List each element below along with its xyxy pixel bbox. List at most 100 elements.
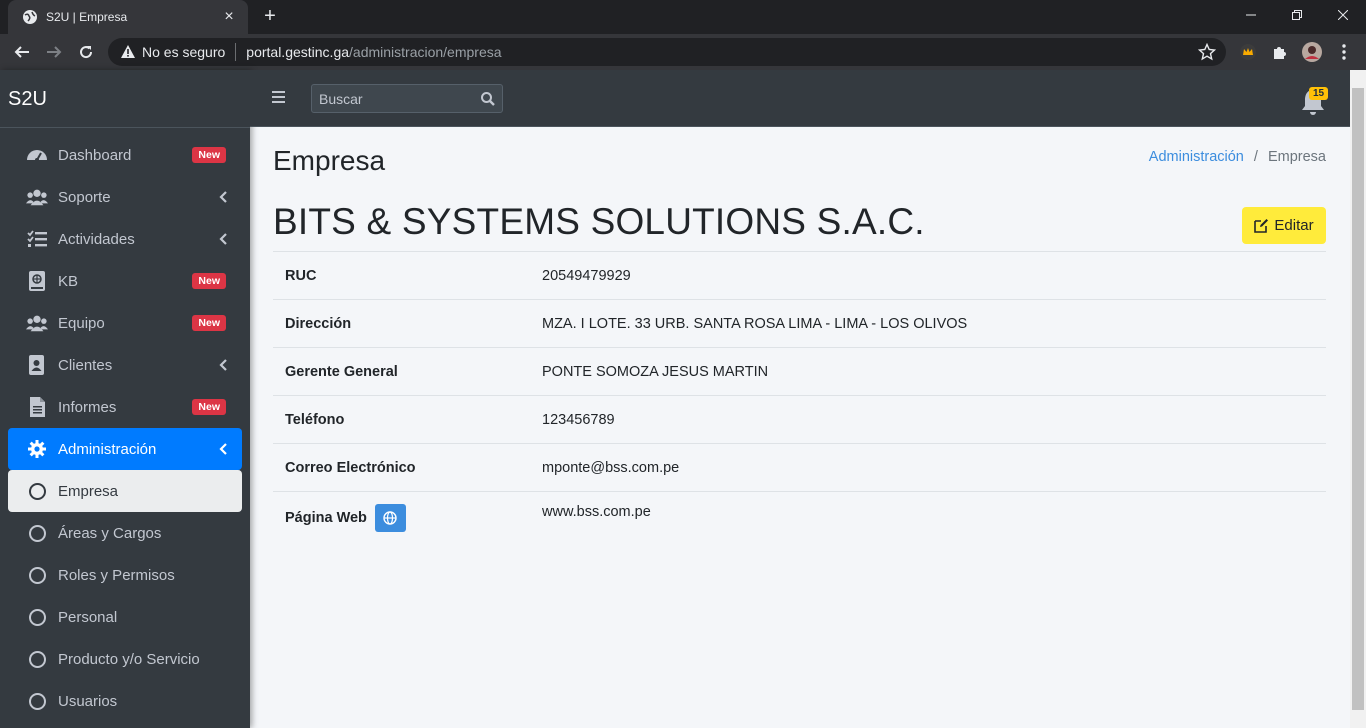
page-scrollbar[interactable]	[1350, 70, 1366, 728]
file-icon	[26, 397, 48, 417]
window-close-icon[interactable]	[1320, 0, 1366, 30]
sidebar-subitem-label: Usuarios	[58, 692, 118, 710]
field-label: Dirección	[285, 315, 352, 332]
sidebar-item-label: Soporte	[58, 188, 111, 206]
sidebar-item-label: Informes	[58, 398, 117, 416]
field-label: Página Web	[285, 510, 367, 526]
minimize-icon[interactable]	[1228, 0, 1274, 30]
sidebar-subitem-label: Roles y Permisos	[58, 566, 175, 584]
field-label: Correo Electrónico	[285, 459, 416, 476]
sidebar-item-actividades[interactable]: Actividades	[8, 218, 242, 260]
new-badge: New	[192, 315, 226, 331]
tab-close-icon[interactable]: ×	[220, 8, 238, 26]
search-input[interactable]	[312, 85, 472, 112]
company-info-table: RUC 20549479929 Dirección MZA. I LOTE. 3…	[273, 251, 1326, 543]
tab-title: S2U | Empresa	[46, 10, 128, 24]
book-icon	[26, 271, 48, 291]
new-tab-plus-icon[interactable]: +	[258, 5, 282, 29]
address-book-icon	[26, 355, 48, 375]
field-label: Teléfono	[285, 411, 345, 428]
sidebar-subitem-usuarios[interactable]: Usuarios	[8, 680, 242, 722]
sidebar-item-kb[interactable]: KB New	[8, 260, 242, 302]
crown-extension-icon[interactable]	[1238, 42, 1258, 62]
field-label: RUC	[285, 267, 317, 284]
users-icon	[26, 313, 48, 333]
globe-icon	[383, 511, 398, 525]
hamburger-menu-icon[interactable]	[272, 90, 288, 104]
sidebar-subitem-personal[interactable]: Personal	[8, 596, 242, 638]
chevron-left-icon	[218, 359, 228, 371]
brand-logo-text[interactable]: S2U	[0, 70, 250, 128]
company-name: BITS & SYSTEMS SOLUTIONS S.A.C.	[273, 201, 925, 242]
new-badge: New	[192, 273, 226, 289]
field-value: PONTE SOMOZA JESUS MARTIN	[542, 363, 769, 380]
search-box	[311, 84, 503, 113]
sidebar-subitem-label: Áreas y Cargos	[58, 524, 162, 542]
back-arrow-icon[interactable]	[10, 40, 34, 64]
sidebar-item-equipo[interactable]: Equipo New	[8, 302, 242, 344]
sidebar-item-informes[interactable]: Informes New	[8, 386, 242, 428]
restore-icon[interactable]	[1274, 0, 1320, 30]
breadcrumb-separator: /	[1253, 149, 1258, 165]
address-separator	[235, 43, 237, 61]
field-label: Gerente General	[285, 363, 398, 380]
profile-avatar-icon[interactable]	[1302, 42, 1322, 62]
table-row: RUC 20549479929	[273, 251, 1326, 299]
sidebar: S2U Dashboard New Soporte Actividades KB…	[0, 70, 250, 728]
bookmark-star-icon[interactable]	[1197, 42, 1217, 61]
puzzle-extensions-icon[interactable]	[1270, 42, 1290, 62]
circle-icon	[26, 481, 48, 501]
sidebar-item-dashboard[interactable]: Dashboard New	[8, 134, 242, 176]
reload-icon[interactable]	[74, 40, 98, 64]
search-icon[interactable]	[480, 91, 496, 107]
globe-icon	[22, 9, 38, 25]
sidebar-menu: Dashboard New Soporte Actividades KB New	[0, 128, 250, 722]
field-value: www.bss.com.pe	[542, 504, 651, 520]
insecure-label[interactable]: No es seguro	[142, 44, 225, 60]
chevron-left-icon	[218, 233, 228, 245]
breadcrumb-current: Empresa	[1267, 149, 1326, 165]
sidebar-item-label: Dashboard	[58, 146, 132, 164]
sidebar-subitem-areas-cargos[interactable]: Áreas y Cargos	[8, 512, 242, 554]
new-badge: New	[192, 147, 226, 163]
table-row: Gerente General PONTE SOMOZA JESUS MARTI…	[273, 347, 1326, 395]
table-row: Página Web www.bss.com.pe	[273, 491, 1326, 543]
field-label-container: Página Web	[273, 504, 542, 532]
sidebar-item-label: Equipo	[58, 314, 105, 332]
sidebar-item-soporte[interactable]: Soporte	[8, 176, 242, 218]
sidebar-subitem-producto-servicio[interactable]: Producto y/o Servicio	[8, 638, 242, 680]
circle-icon	[26, 691, 48, 711]
warning-icon[interactable]	[120, 44, 136, 60]
field-value: MZA. I LOTE. 33 URB. SANTA ROSA LIMA - L…	[542, 315, 968, 332]
address-bar[interactable]: No es seguro portal.gestinc.ga /administ…	[108, 38, 1226, 66]
open-website-button[interactable]	[374, 504, 406, 532]
chrome-menu-icon[interactable]	[1334, 42, 1354, 62]
gear-icon	[26, 439, 48, 459]
sidebar-item-label: Clientes	[58, 356, 113, 374]
main-content: Empresa Administración / Empresa BITS & …	[250, 127, 1350, 728]
sidebar-subitem-label: Personal	[58, 608, 118, 626]
sidebar-item-label: KB	[58, 272, 79, 290]
forward-arrow-icon[interactable]	[42, 40, 66, 64]
edit-button[interactable]: Editar	[1242, 207, 1326, 244]
circle-icon	[26, 523, 48, 543]
circle-icon	[26, 607, 48, 627]
sidebar-subitem-label: Producto y/o Servicio	[58, 650, 200, 668]
browser-tab[interactable]: S2U | Empresa ×	[8, 0, 248, 34]
browser-tab-strip: S2U | Empresa × +	[0, 0, 1366, 34]
sidebar-item-administracion[interactable]: Administración	[8, 428, 242, 470]
edit-icon	[1254, 219, 1269, 233]
breadcrumb-link-administracion[interactable]: Administración	[1149, 149, 1244, 165]
sidebar-subitem-roles-permisos[interactable]: Roles y Permisos	[8, 554, 242, 596]
sidebar-subitem-label: Empresa	[58, 482, 119, 500]
sidebar-subitem-empresa[interactable]: Empresa	[8, 470, 242, 512]
url-host: portal.gestinc.ga	[246, 44, 350, 60]
breadcrumb: Administración / Empresa	[1149, 149, 1326, 165]
scrollbar-thumb[interactable]	[1352, 88, 1364, 710]
field-value: 20549479929	[542, 267, 631, 284]
users-icon	[26, 187, 48, 207]
circle-icon	[26, 565, 48, 585]
table-row: Dirección MZA. I LOTE. 33 URB. SANTA ROS…	[273, 299, 1326, 347]
sidebar-item-clientes[interactable]: Clientes	[8, 344, 242, 386]
edit-button-label: Editar	[1274, 217, 1314, 234]
